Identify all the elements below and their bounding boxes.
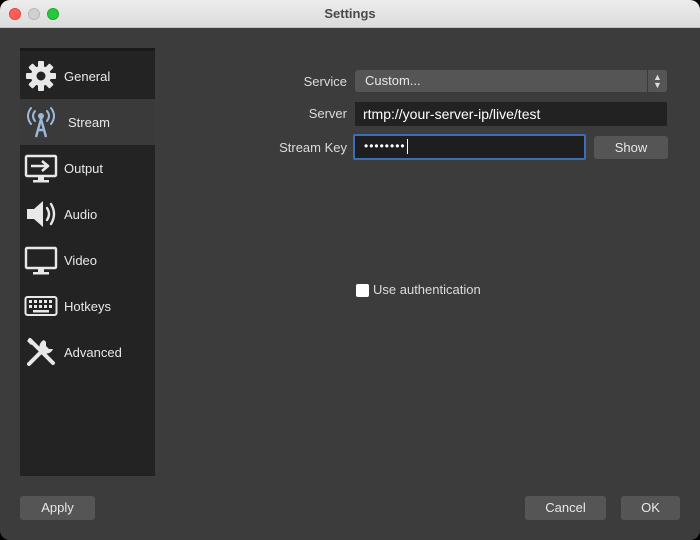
- server-label: Server: [308, 106, 347, 121]
- sidebar-item-label: Output: [64, 160, 104, 176]
- title-bar: Settings: [0, 0, 700, 28]
- use-authentication-checkbox[interactable]: [356, 284, 369, 297]
- sidebar-item-label: Advanced: [64, 344, 122, 360]
- broadcast-antenna-icon: [27, 107, 55, 138]
- sidebar-item-stream[interactable]: Stream: [20, 99, 155, 145]
- sidebar-item-label: Hotkeys: [64, 298, 111, 314]
- window-title: Settings: [324, 6, 376, 21]
- show-key-label: Show: [614, 140, 648, 155]
- ok-button[interactable]: OK: [621, 496, 680, 520]
- gear-icon: [26, 61, 56, 91]
- settings-content: General Stream Output Audio Video Hotkey…: [0, 29, 700, 540]
- settings-sidebar: General Stream Output Audio Video Hotkey…: [20, 48, 155, 476]
- sidebar-item-label: Stream: [68, 114, 110, 130]
- show-key-button[interactable]: Show: [594, 136, 668, 159]
- service-select[interactable]: Custom... ▲ ▼: [355, 70, 667, 92]
- text-caret: [406, 139, 408, 155]
- sidebar-item-label: Audio: [64, 206, 98, 222]
- stream-key-value: ••••••••: [364, 139, 406, 153]
- sidebar-item-audio[interactable]: Audio: [20, 191, 155, 237]
- sidebar-item-output[interactable]: Output: [20, 145, 155, 191]
- stream-key-input[interactable]: ••••••••: [353, 134, 586, 160]
- stream-key-label: Stream Key: [279, 140, 347, 155]
- speaker-icon: [27, 201, 56, 227]
- sidebar-item-hotkeys[interactable]: Hotkeys: [20, 283, 155, 329]
- keyboard-icon: [24, 296, 58, 316]
- cancel-button[interactable]: Cancel: [525, 496, 606, 520]
- settings-window: Settings General Stream Output Audio Vid…: [0, 0, 700, 540]
- sidebar-item-label: General: [64, 68, 111, 84]
- output-monitor-icon: [24, 154, 58, 183]
- service-label: Service: [303, 74, 347, 89]
- tools-icon: [27, 338, 55, 366]
- select-arrows-icon: ▲ ▼: [647, 70, 667, 92]
- apply-button[interactable]: Apply: [20, 496, 95, 520]
- service-select-value: Custom...: [365, 73, 421, 88]
- monitor-icon: [24, 246, 58, 275]
- sidebar-item-general[interactable]: General: [20, 53, 155, 99]
- server-input[interactable]: rtmp://your-server-ip/live/test: [355, 102, 667, 126]
- sidebar-item-label: Video: [64, 252, 98, 268]
- sidebar-item-video[interactable]: Video: [20, 237, 155, 283]
- sidebar-item-advanced[interactable]: Advanced: [20, 329, 155, 375]
- use-authentication-label: Use authentication: [373, 282, 481, 297]
